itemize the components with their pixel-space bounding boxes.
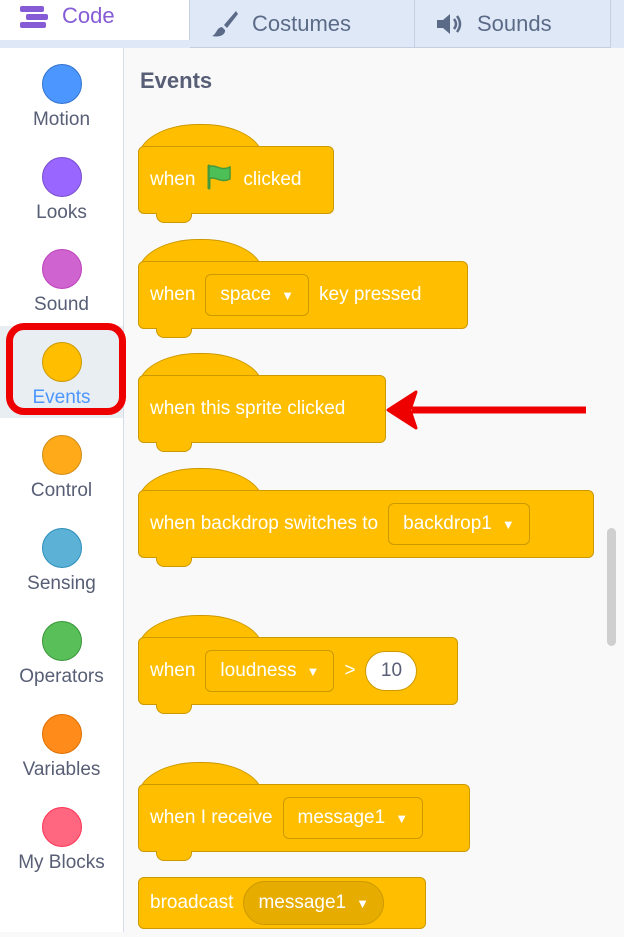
category-sound[interactable]: Sound bbox=[0, 233, 123, 325]
sound-color-icon bbox=[41, 249, 82, 289]
block-notch bbox=[156, 851, 192, 861]
block-text: key pressed bbox=[319, 284, 422, 305]
category-looks[interactable]: Looks bbox=[0, 141, 123, 233]
key-dropdown[interactable]: space ▼ bbox=[205, 274, 309, 316]
when-flag-clicked-block[interactable]: when clicked bbox=[138, 124, 338, 223]
block-body: when this sprite clicked bbox=[138, 375, 386, 443]
greater-than-operator: > bbox=[344, 660, 356, 681]
threshold-input[interactable]: 10 bbox=[365, 651, 418, 691]
category-label: Operators bbox=[19, 666, 104, 687]
block-palette: Events when clicked when space ▼ key pre… bbox=[124, 48, 624, 932]
message-dropdown[interactable]: message1 ▼ bbox=[282, 797, 424, 839]
brush-icon bbox=[210, 9, 240, 39]
speaker-icon bbox=[435, 12, 465, 36]
tab-sounds[interactable]: Sounds bbox=[415, 0, 611, 48]
category-menu: Motion Looks Sound Events Control Sensin… bbox=[0, 48, 124, 932]
category-motion[interactable]: Motion bbox=[0, 48, 123, 140]
category-label: Looks bbox=[36, 202, 87, 223]
tab-costumes-label: Costumes bbox=[252, 10, 352, 36]
my-blocks-color-icon bbox=[41, 807, 82, 847]
block-notch bbox=[156, 704, 192, 714]
dropdown-value: space bbox=[220, 284, 272, 305]
category-label: Motion bbox=[32, 109, 91, 130]
dropdown-value: backdrop1 bbox=[403, 513, 492, 534]
tab-costumes[interactable]: Costumes bbox=[190, 0, 415, 48]
block-text: when this sprite clicked bbox=[150, 398, 346, 419]
dropdown-value: message1 bbox=[297, 807, 386, 828]
category-label: Sensing bbox=[27, 573, 96, 594]
motion-color-icon bbox=[41, 64, 82, 104]
block-body: when space ▼ key pressed bbox=[138, 261, 468, 329]
backdrop-dropdown[interactable]: backdrop1 ▼ bbox=[388, 503, 530, 545]
block-text: when backdrop switches to bbox=[150, 513, 379, 534]
chevron-down-icon: ▼ bbox=[501, 516, 515, 532]
block-notch bbox=[156, 328, 192, 338]
dropdown-value: loudness bbox=[220, 660, 297, 681]
block-body: broadcast message1 ▼ bbox=[138, 877, 426, 929]
looks-color-icon bbox=[41, 157, 82, 197]
chevron-down-icon: ▼ bbox=[281, 287, 294, 303]
when-key-pressed-block[interactable]: when space ▼ key pressed bbox=[138, 239, 468, 338]
block-notch bbox=[156, 213, 192, 223]
chevron-down-icon: ▼ bbox=[395, 810, 409, 826]
category-operators[interactable]: Operators bbox=[0, 605, 123, 697]
category-variables[interactable]: Variables bbox=[0, 698, 123, 790]
code-icon bbox=[20, 4, 50, 28]
when-sprite-clicked-block[interactable]: when this sprite clicked bbox=[138, 353, 386, 452]
block-body: when I receive message1 ▼ bbox=[138, 784, 470, 852]
category-label: Sound bbox=[34, 294, 89, 315]
category-label: My Blocks bbox=[18, 852, 105, 873]
block-notch bbox=[156, 557, 192, 567]
tab-sounds-label: Sounds bbox=[477, 10, 552, 36]
block-text: when bbox=[150, 660, 196, 681]
block-notch bbox=[156, 442, 192, 452]
broadcast-message-dropdown[interactable]: message1 ▼ bbox=[243, 881, 384, 925]
chevron-down-icon: ▼ bbox=[356, 895, 369, 911]
variables-color-icon bbox=[41, 714, 82, 754]
when-loudness-greater-block[interactable]: when loudness ▼ > 10 bbox=[138, 615, 458, 714]
block-text: broadcast bbox=[150, 892, 234, 913]
sensing-color-icon bbox=[41, 528, 82, 568]
green-flag-icon bbox=[205, 164, 233, 196]
editor-tabs: Code Costumes Sounds bbox=[0, 0, 624, 48]
when-backdrop-switches-block[interactable]: when backdrop switches to backdrop1 ▼ bbox=[138, 468, 594, 567]
annotation-highlight-box bbox=[6, 323, 126, 415]
sensor-dropdown[interactable]: loudness ▼ bbox=[205, 650, 335, 692]
operators-color-icon bbox=[41, 621, 82, 661]
control-color-icon bbox=[41, 435, 82, 475]
when-i-receive-block[interactable]: when I receive message1 ▼ bbox=[138, 762, 470, 861]
palette-heading: Events bbox=[140, 68, 213, 93]
palette-scrollbar[interactable] bbox=[607, 528, 616, 646]
category-sensing[interactable]: Sensing bbox=[0, 512, 123, 604]
annotation-arrow-icon bbox=[386, 390, 586, 430]
block-text: when bbox=[150, 169, 196, 190]
category-label: Variables bbox=[22, 759, 101, 780]
block-body: when backdrop switches to backdrop1 ▼ bbox=[138, 490, 594, 558]
block-text: when bbox=[150, 284, 196, 305]
tab-code-label: Code bbox=[62, 3, 115, 28]
category-my-blocks[interactable]: My Blocks bbox=[0, 791, 123, 883]
tab-code[interactable]: Code bbox=[0, 0, 190, 40]
block-text: when I receive bbox=[150, 807, 273, 828]
category-label: Control bbox=[30, 480, 93, 501]
chevron-down-icon: ▼ bbox=[306, 663, 320, 679]
broadcast-block[interactable]: broadcast message1 ▼ bbox=[138, 877, 426, 937]
block-body: when clicked bbox=[138, 146, 334, 214]
block-text: clicked bbox=[243, 169, 302, 190]
dropdown-value: message1 bbox=[258, 892, 347, 913]
category-control[interactable]: Control bbox=[0, 419, 123, 511]
block-body: when loudness ▼ > 10 bbox=[138, 637, 458, 705]
